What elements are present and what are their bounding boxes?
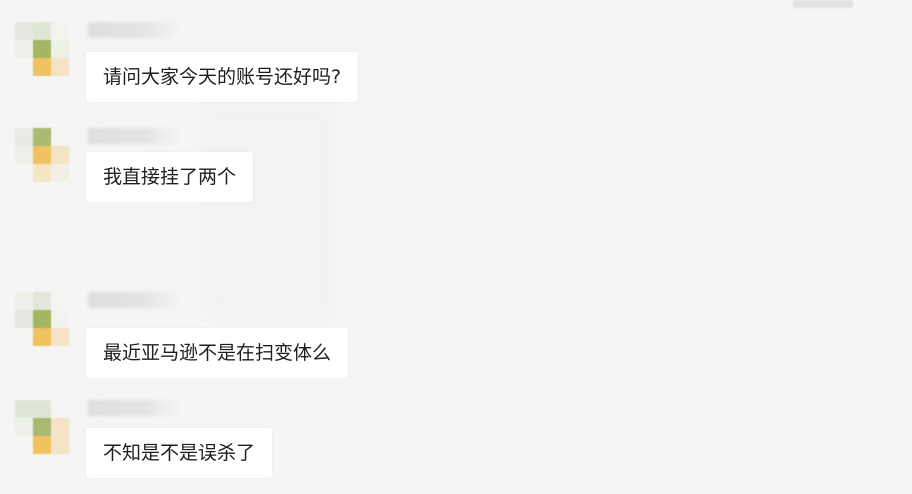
message-bubble[interactable]: 最近亚马逊不是在扫变体么 (86, 328, 349, 378)
sender-name-blurred (88, 128, 180, 144)
avatar[interactable] (15, 22, 69, 76)
message-bubble[interactable]: 我直接挂了两个 (86, 152, 254, 202)
message-text: 不知是不是误杀了 (103, 442, 256, 464)
sender-name-blurred (88, 292, 180, 308)
message-bubble[interactable]: 请问大家今天的账号还好吗? (86, 52, 359, 102)
avatar[interactable] (15, 400, 69, 454)
chat-window: 请问大家今天的账号还好吗? 我直接挂了两个 最近亚马逊不是在扫变体么 不知是不是… (0, 0, 912, 494)
avatar[interactable] (15, 128, 69, 182)
message-bubble[interactable]: 不知是不是误杀了 (86, 428, 273, 478)
message-text: 最近亚马逊不是在扫变体么 (103, 342, 332, 364)
message-text: 我直接挂了两个 (103, 166, 237, 188)
message-text: 请问大家今天的账号还好吗? (103, 66, 342, 88)
avatar[interactable] (15, 292, 69, 346)
blurred-timestamp (793, 0, 853, 8)
sender-name-blurred (88, 400, 180, 416)
background-blur (205, 105, 335, 315)
sender-name-blurred (88, 22, 180, 38)
